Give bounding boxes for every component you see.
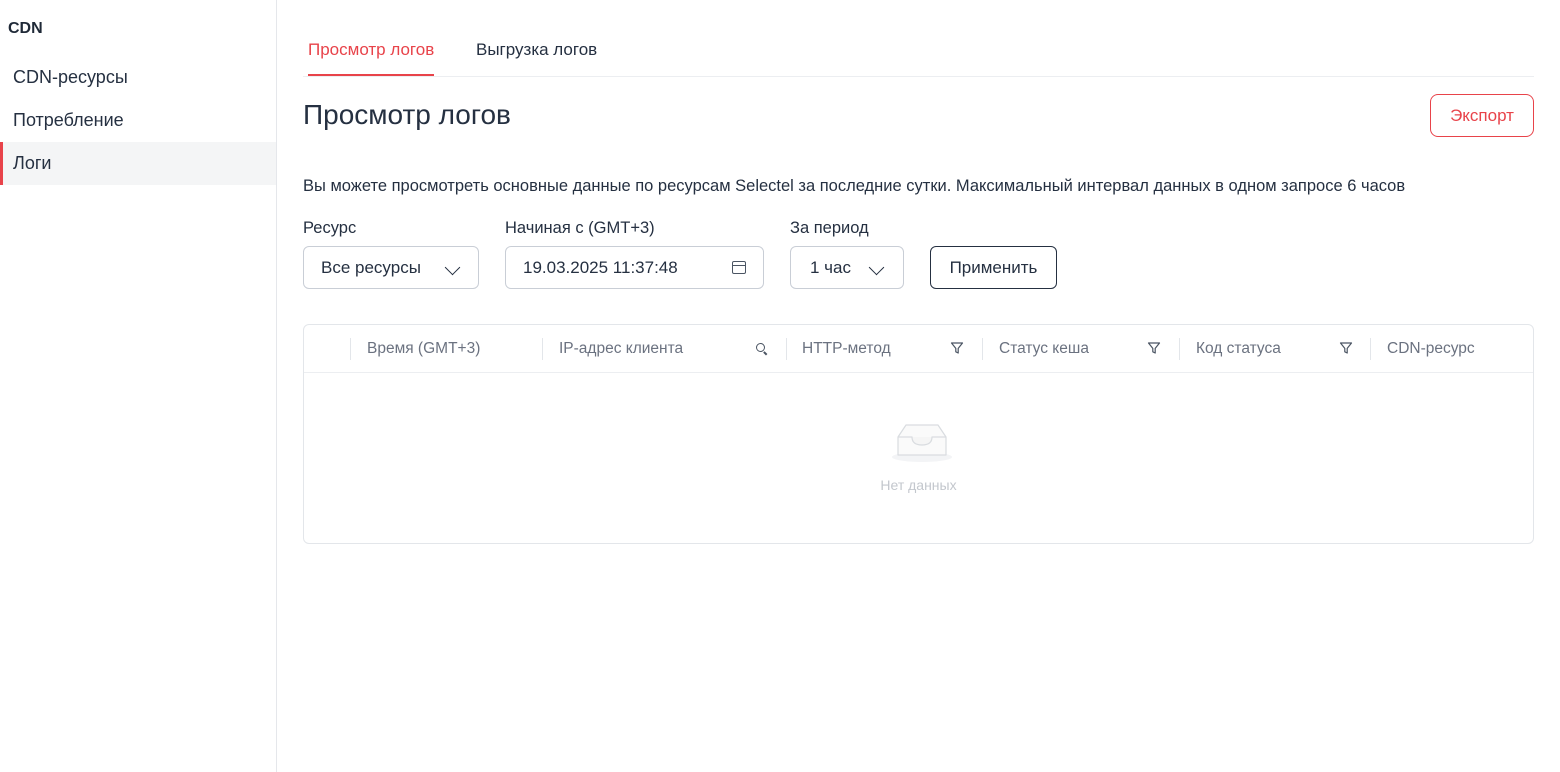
calendar-icon <box>732 261 746 274</box>
column-divider <box>1370 338 1371 360</box>
sidebar-title: CDN <box>8 20 43 37</box>
chevron-down-icon <box>444 259 461 276</box>
empty-state: Нет данных <box>304 373 1533 543</box>
filter-icon[interactable] <box>950 341 964 355</box>
column-divider <box>982 338 983 360</box>
logs-table: Время (GMT+3) IP-адрес клиента HTTP-мето… <box>303 324 1534 544</box>
column-divider <box>542 338 543 360</box>
sidebar-item-label: Логи <box>13 153 52 173</box>
search-icon[interactable] <box>756 343 765 352</box>
period-select-value: 1 час <box>810 258 851 277</box>
main-content: Просмотр логов Выгрузка логов Просмотр л… <box>303 0 1534 772</box>
filter-icon[interactable] <box>1339 341 1353 355</box>
period-select[interactable]: 1 час <box>790 246 904 289</box>
column-header-cdn-resource: CDN-ресурс <box>1387 340 1475 357</box>
filter-icon[interactable] <box>1147 341 1161 355</box>
sidebar: CDN CDN-ресурсы Потребление Логи <box>0 0 277 772</box>
tab-view-logs[interactable]: Просмотр логов <box>308 40 435 76</box>
column-divider <box>786 338 787 360</box>
sidebar-item-consumption[interactable]: Потребление <box>0 99 276 142</box>
resource-select[interactable]: Все ресурсы <box>303 246 479 289</box>
column-divider <box>350 338 351 360</box>
sidebar-item-logs[interactable]: Логи <box>0 142 276 185</box>
start-date-input[interactable]: 19.03.2025 11:37:48 <box>505 246 764 289</box>
sidebar-item-label: Потребление <box>13 110 124 130</box>
sidebar-item-cdn-resources[interactable]: CDN-ресурсы <box>0 56 276 99</box>
column-header-cache-status: Статус кеша <box>999 340 1089 357</box>
start-date-label: Начиная с (GMT+3) <box>505 219 655 237</box>
column-header-time: Время (GMT+3) <box>367 340 481 357</box>
start-date-value: 19.03.2025 11:37:48 <box>523 258 678 277</box>
empty-state-text: Нет данных <box>880 477 957 493</box>
column-header-client-ip: IP-адрес клиента <box>559 340 684 357</box>
column-divider <box>1179 338 1180 360</box>
column-header-status-code: Код статуса <box>1196 340 1281 357</box>
resource-label: Ресурс <box>303 219 357 237</box>
chevron-down-icon <box>868 259 885 276</box>
empty-inbox-icon <box>892 424 952 462</box>
page-description: Вы можете просмотреть основные данные по… <box>303 177 1406 195</box>
column-header-http-method: HTTP-метод <box>802 340 891 357</box>
table-header: Время (GMT+3) IP-адрес клиента HTTP-мето… <box>304 325 1533 373</box>
period-label: За период <box>790 219 869 237</box>
tab-bar: Просмотр логов Выгрузка логов <box>303 0 1534 77</box>
page-title: Просмотр логов <box>303 99 511 130</box>
apply-button[interactable]: Применить <box>930 246 1057 289</box>
tab-export-logs[interactable]: Выгрузка логов <box>476 40 597 74</box>
resource-select-value: Все ресурсы <box>321 258 421 277</box>
export-button[interactable]: Экспорт <box>1430 94 1534 137</box>
sidebar-item-label: CDN-ресурсы <box>13 67 128 87</box>
